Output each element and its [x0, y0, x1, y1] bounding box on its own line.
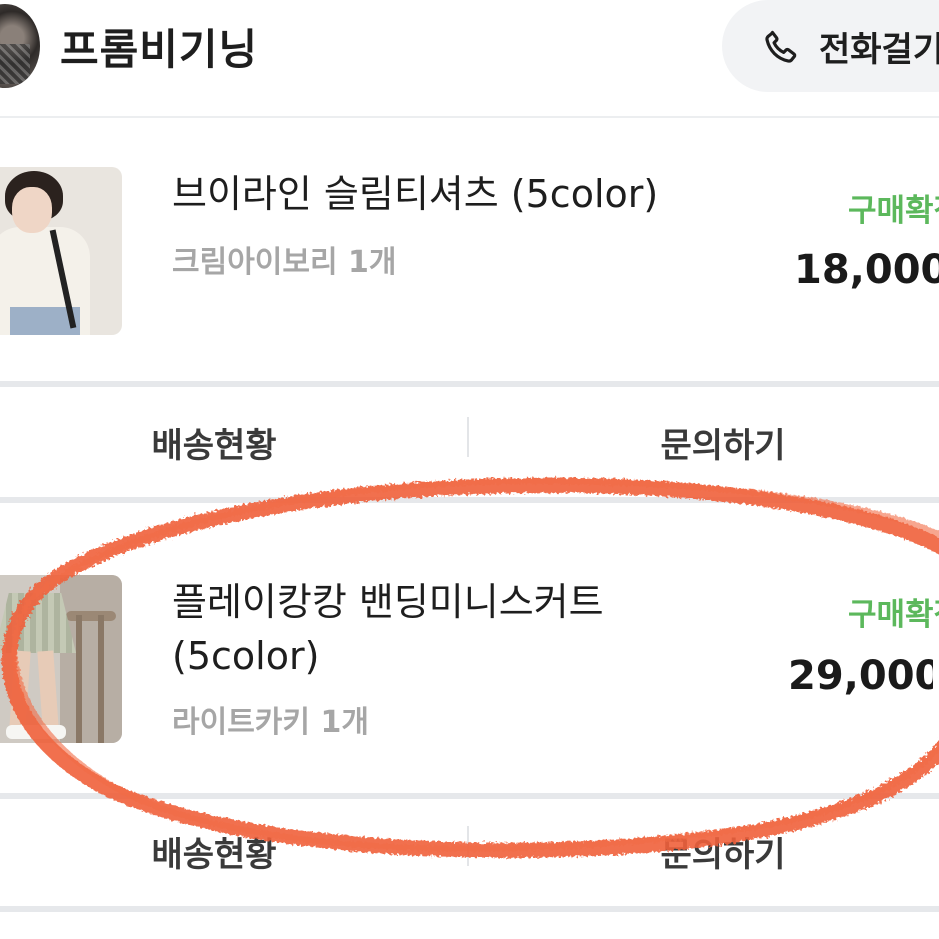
order-actions: 배송현황 문의하기: [0, 796, 939, 906]
product-title-line2[interactable]: (5color): [172, 629, 319, 683]
order-status: 구매확정: [848, 597, 939, 633]
product-option: 크림아이보리 1개: [172, 245, 397, 280]
order-item[interactable]: 플레이캉캉 밴딩미니스커트 (5color) 라이트카키 1개 구매확정 29,…: [0, 503, 939, 793]
product-price: 18,000원: [794, 247, 939, 293]
product-thumbnail[interactable]: [0, 167, 122, 335]
delivery-status-button[interactable]: 배송현황: [0, 387, 428, 497]
product-price: 29,000원: [788, 653, 933, 699]
order-item[interactable]: 브이라인 슬림티셔츠 (5color) 크림아이보리 1개 구매확정 18,00…: [0, 117, 939, 383]
product-title[interactable]: 브이라인 슬림티셔츠 (5color): [172, 167, 658, 221]
call-button-label: 전화걸기: [819, 30, 939, 70]
store-name[interactable]: 프롬비기닝: [60, 16, 258, 77]
product-title[interactable]: 플레이캉캉 밴딩미니스커트: [172, 575, 604, 629]
product-thumbnail[interactable]: [0, 575, 122, 743]
section-divider: [0, 906, 939, 912]
store-header: 프롬비기닝 전화걸기: [0, 0, 939, 115]
store-avatar[interactable]: [0, 4, 40, 88]
delivery-status-button[interactable]: 배송현황: [0, 796, 428, 906]
product-option: 라이트카키 1개: [172, 705, 369, 740]
inquiry-button[interactable]: 문의하기: [468, 387, 939, 497]
order-status: 구매확정: [848, 193, 939, 229]
call-button[interactable]: 전화걸기: [722, 0, 939, 92]
order-actions: 배송현황 문의하기: [0, 387, 939, 497]
phone-icon: [765, 30, 797, 63]
inquiry-button[interactable]: 문의하기: [468, 796, 939, 906]
